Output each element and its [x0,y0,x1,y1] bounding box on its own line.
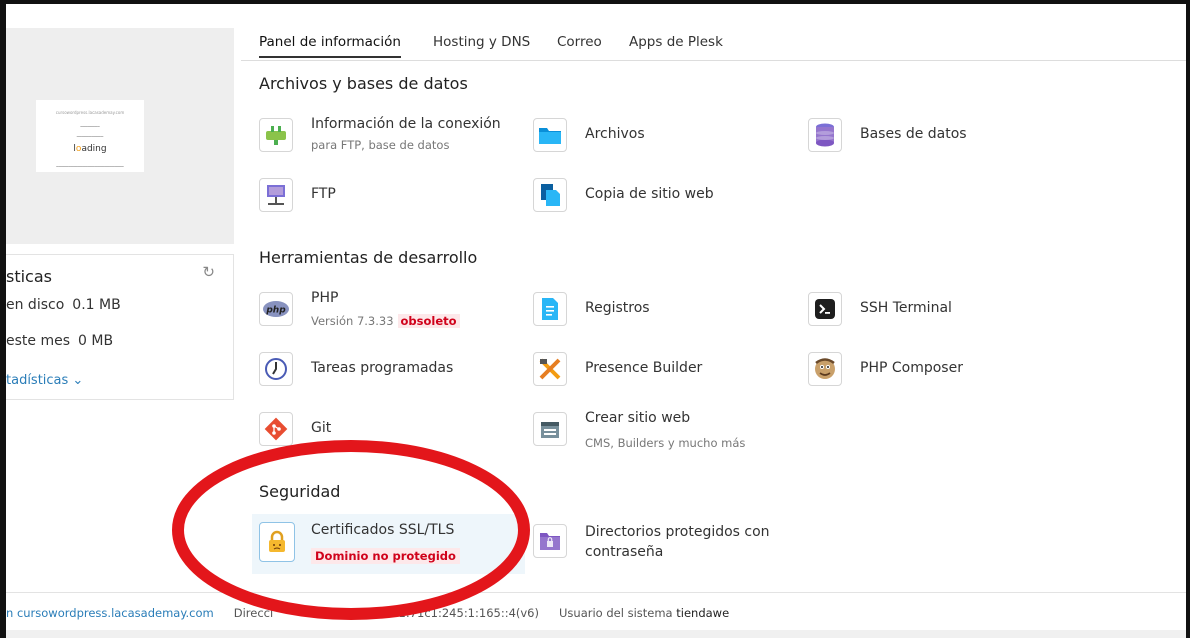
obsolete-badge: obsoleto [397,314,460,328]
section-title-files: Archivos y bases de datos [259,74,468,93]
ip-address: 2a01:71c1:245:1:165::4(v6) [376,606,539,620]
preview-placeholder-line: ━━━━━━━━ [80,124,100,129]
tool-ssl-certificates[interactable]: Certificados SSL/TLS Dominio no protegid… [259,518,521,570]
tool-protected-directories[interactable]: Directorios protegidos con contraseña [533,518,793,570]
unprotected-domain-badge: Dominio no protegido [311,548,460,564]
address-label: Direcci [233,606,274,620]
system-user-label: Usuario del sistema [559,606,673,620]
tool-logs[interactable]: Registros [533,286,783,334]
preview-placeholder-line: ━━━━━━━━━━━━━━━━━━━━━━━━━━━━ [56,164,124,169]
tool-ftp[interactable]: FTP [259,172,459,220]
preview-site-line: cursowordpress.lacasademay.com [55,110,125,115]
tool-php-composer[interactable]: PHP Composer [808,346,1058,394]
more-statistics-link[interactable]: tadísticas ⌄ [6,373,83,388]
website-preview[interactable]: cursowordpress.lacasademay.com ━━━━━━━━ … [6,28,234,244]
window-border-right [1186,0,1190,638]
tab-hosting-dns[interactable]: Hosting y DNS [433,34,530,50]
tool-ssh-terminal[interactable]: SSH Terminal [808,286,1058,334]
lock-icon [259,522,295,562]
preview-loading-text: loading [73,144,107,154]
folder-icon [533,118,567,152]
git-icon [259,412,293,446]
system-user-value: tiendawe [676,606,730,620]
locked-folder-icon [533,524,567,558]
database-icon [808,118,842,152]
tool-website-backup[interactable]: Copia de sitio web [533,172,783,220]
website-builder-icon [533,412,567,446]
tool-scheduled-tasks[interactable]: Tareas programadas [259,346,519,394]
refresh-icon[interactable]: ↻ [202,263,215,281]
domain-link[interactable]: n cursowordpress.lacasademay.com [6,606,214,620]
builder-tools-icon [533,352,567,386]
section-title-dev: Herramientas de desarrollo [259,248,478,267]
disk-usage-row: en disco 0.1 MB [6,297,121,313]
tool-connection-info[interactable]: Información de la conexión para FTP, bas… [259,112,519,160]
window-border-top [0,0,1190,4]
log-file-icon [533,292,567,326]
ftp-server-icon [259,178,293,212]
footer-info: n cursowordpress.lacasademay.com Direcci … [6,606,729,620]
preview-thumbnail: cursowordpress.lacasademay.com ━━━━━━━━ … [36,100,144,172]
tool-presence-builder[interactable]: Presence Builder [533,346,783,394]
footer-divider [6,592,1186,593]
preview-placeholder-line: ━━━━━━━━━━━ [76,134,104,139]
svg-text:php: php [265,306,286,316]
copy-files-icon [533,178,567,212]
clock-icon [259,352,293,386]
section-title-security: Seguridad [259,482,341,501]
tabs-divider [241,60,1186,61]
tab-panel-informacion[interactable]: Panel de información [259,34,401,58]
tool-php[interactable]: php PHP Versión 7.3.33 obsoleto [259,286,519,334]
tool-files[interactable]: Archivos [533,112,783,160]
terminal-icon [808,292,842,326]
tab-apps-plesk[interactable]: Apps de Plesk [629,34,723,50]
tool-git[interactable]: Git [259,406,459,454]
statistics-panel: sticas ↻ en disco 0.1 MB este mes 0 MB tad… [6,254,234,400]
tab-correo[interactable]: Correo [557,34,602,50]
tool-databases[interactable]: Bases de datos [808,112,1058,160]
php-icon: php [259,292,293,326]
bottom-strip [6,630,1186,638]
tool-create-website[interactable]: Crear sitio web CMS, Builders y mucho má… [533,406,793,454]
statistics-title: sticas [6,267,52,286]
composer-icon [808,352,842,386]
traffic-row: este mes 0 MB [6,333,114,349]
plug-icon [259,118,293,152]
